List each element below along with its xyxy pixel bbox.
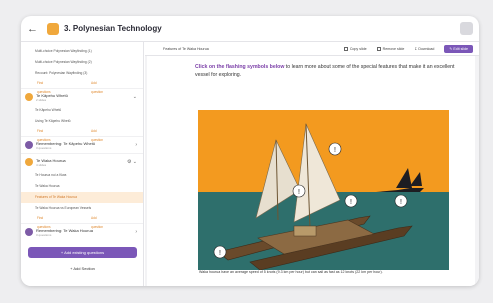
section-icon xyxy=(25,158,33,166)
section-meta: 3 questions xyxy=(36,145,52,150)
sidebar-item[interactable]: Te Kāpehu Whetū xyxy=(21,105,143,116)
section-meta: 4 slides xyxy=(36,162,47,167)
hotspot-deck[interactable]: ! xyxy=(344,194,358,208)
remove-slide-label: Remove slide xyxy=(382,46,405,51)
back-arrow-icon[interactable]: ← xyxy=(27,23,39,35)
copy-slide-button[interactable]: Copy slide xyxy=(343,46,367,51)
add-existing-label: Add existing questions xyxy=(64,250,105,255)
section-icon xyxy=(25,228,33,236)
download-button[interactable]: ↧ Download xyxy=(414,47,434,51)
section-meta: 3 questions xyxy=(36,232,52,237)
add-existing-questions-button[interactable]: + Add existing questions xyxy=(28,247,137,258)
add-question-link[interactable]: Add question xyxy=(91,79,109,94)
main-panel: Features of Te Waka Hourua Copy slide Re… xyxy=(145,42,479,286)
course-icon xyxy=(47,22,59,35)
app-window: ← 3. Polynesian Technology Multi-choice … xyxy=(21,16,479,286)
slide-caption: Waka hourua have an average speed of 5 k… xyxy=(199,270,383,274)
copy-icon xyxy=(343,46,348,51)
svg-text:!: ! xyxy=(350,199,352,206)
sidebar: Multi-choice Polynesian Wayfinding (1) M… xyxy=(21,42,144,286)
waka-illustration: ! ! ! ! ! xyxy=(198,110,449,270)
add-section-label: Add Section xyxy=(73,266,95,271)
svg-text:!: ! xyxy=(219,250,221,257)
chevron-right-icon[interactable]: › xyxy=(135,229,137,235)
close-panel-icon[interactable] xyxy=(460,22,473,35)
section-meta: 2 slides xyxy=(36,97,47,102)
sidebar-item[interactable]: Using Te Kāpehu Whetū xyxy=(21,116,143,127)
hotspot-bow[interactable]: ! xyxy=(213,245,227,259)
chevron-right-icon[interactable]: › xyxy=(135,142,137,148)
svg-text:!: ! xyxy=(334,147,336,154)
find-questions-link[interactable]: Find questions xyxy=(37,127,57,142)
add-question-link[interactable]: Add question xyxy=(91,214,109,229)
chevron-down-icon[interactable]: ⌄ xyxy=(133,94,137,100)
slide-title: Features of Te Waka Hourua xyxy=(163,46,209,51)
sidebar-item[interactable]: Te Waka Hourua vs European Vessels xyxy=(21,203,143,214)
sidebar-item[interactable]: Te Waka Hourua xyxy=(21,181,143,192)
hotspot-hull[interactable]: ! xyxy=(394,194,408,208)
remove-slide-button[interactable]: Remove slide xyxy=(376,46,405,51)
find-questions-link[interactable]: Find questions xyxy=(37,214,57,229)
course-title: 3. Polynesian Technology xyxy=(64,24,162,33)
trash-icon xyxy=(376,46,381,51)
gear-icon[interactable]: ⚙ ⌄ xyxy=(127,159,137,165)
top-bar: ← 3. Polynesian Technology xyxy=(21,16,479,42)
section-header[interactable]: Te Waka Hourua 4 slides ⚙ ⌄ xyxy=(21,153,143,170)
hotspot-sail[interactable]: ! xyxy=(328,142,342,156)
copy-slide-label: Copy slide xyxy=(349,46,367,51)
hotspot-mast[interactable]: ! xyxy=(292,184,306,198)
download-label: Download xyxy=(418,46,435,51)
slide-canvas: Click on the flashing symbols below to l… xyxy=(147,56,475,286)
sidebar-item[interactable]: Recount: Polynesian Wayfinding (3) xyxy=(21,68,143,79)
add-section-button[interactable]: + Add Section xyxy=(28,263,137,274)
slide-toolbar: Features of Te Waka Hourua Copy slide Re… xyxy=(145,42,479,56)
sidebar-item[interactable]: Multi-choice Polynesian Wayfinding (1) xyxy=(21,46,143,57)
intro-bold: Click on the flashing symbols below xyxy=(195,64,285,70)
edit-slide-button[interactable]: ✎ Edit slide xyxy=(444,44,473,53)
add-question-link[interactable]: Add question xyxy=(91,127,109,142)
edit-slide-label: Edit slide xyxy=(453,46,468,51)
slide-intro: Click on the flashing symbols below to l… xyxy=(195,64,457,79)
sidebar-item-active[interactable]: Features of Te Waka Hourua xyxy=(21,192,143,203)
svg-text:!: ! xyxy=(298,189,300,196)
find-questions-link[interactable]: Find questions xyxy=(37,79,57,94)
section-icon xyxy=(25,141,33,149)
sidebar-actions: Find questions Add question xyxy=(21,127,143,142)
sidebar-actions: Find questions Add question xyxy=(21,214,143,229)
sidebar-item[interactable]: Te Hourua nui a Kiwa xyxy=(21,170,143,181)
sidebar-actions: Find questions Add question xyxy=(21,79,143,94)
sidebar-item[interactable]: Multi-choice Polynesian Wayfinding (2) xyxy=(21,57,143,68)
section-icon xyxy=(25,93,33,101)
svg-text:!: ! xyxy=(400,199,402,206)
